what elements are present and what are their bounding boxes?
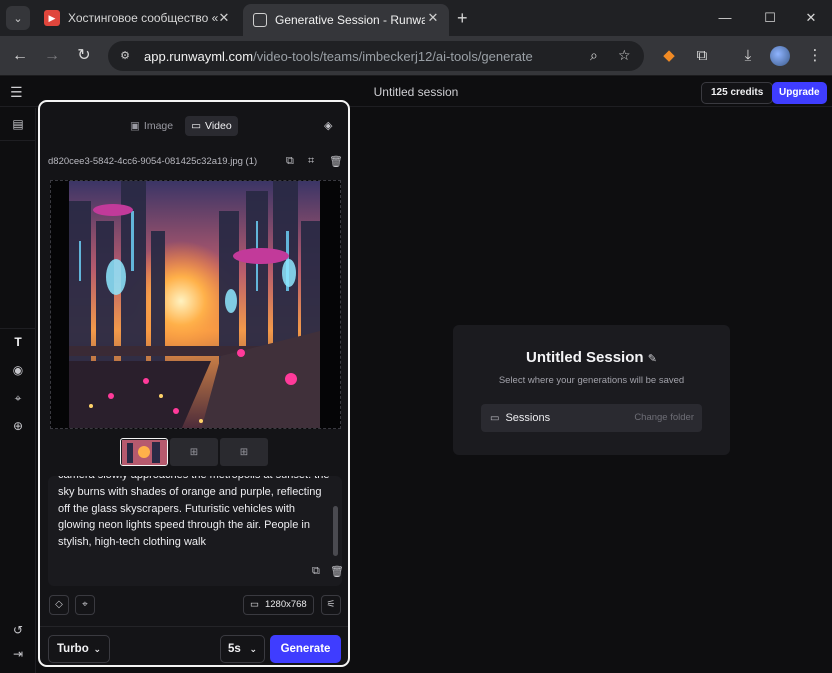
credits-badge[interactable]: 125 credits: [701, 82, 774, 104]
minimize-button[interactable]: —: [712, 6, 738, 30]
text-tool-icon[interactable]: T: [8, 332, 28, 352]
add-image-icon: ⊞: [239, 446, 249, 458]
prompt-textarea[interactable]: camera slowly approaches the metropolis …: [48, 476, 342, 586]
zoom-icon[interactable]: ⌕: [590, 47, 598, 64]
focus-icon: ⌖: [82, 599, 88, 610]
clear-trash-icon[interactable]: 🗑: [330, 565, 342, 578]
close-icon[interactable]: ✕: [425, 10, 441, 26]
thumbnail-empty-slot[interactable]: ⊞: [170, 438, 218, 466]
bookmark-star-icon[interactable]: ☆: [618, 47, 631, 64]
download-icon[interactable]: ⤓: [736, 44, 760, 68]
change-folder-button[interactable]: Change folder: [634, 412, 694, 423]
tab-video[interactable]: ▭ Video: [185, 116, 238, 136]
motion-brush-button[interactable]: ⌖: [75, 595, 95, 615]
generation-panel: ▣ Image ▭ Video ◈ d820cee3-5842-4cc6-9054-…: [38, 100, 350, 667]
window-close-button[interactable]: ✕: [798, 6, 824, 30]
maximize-button[interactable]: ☐: [757, 6, 783, 30]
metamask-extension-icon[interactable]: ◆: [657, 44, 681, 68]
arrow-right-icon: →: [44, 47, 60, 64]
browser-tab-hosting[interactable]: ▶ Хостинговое сообщество «Tim ✕: [34, 4, 240, 32]
favicon-icon: ▶: [44, 10, 60, 26]
video-camera-icon: ▭: [191, 120, 202, 132]
trash-icon[interactable]: 🗑: [329, 155, 343, 168]
prompt-scrollbar[interactable]: [333, 506, 338, 556]
arrow-left-icon: ←: [12, 47, 28, 64]
resolution-label: 1280x768: [264, 599, 307, 610]
learn-cap-icon[interactable]: ◈: [324, 119, 332, 132]
reload-icon: ↻: [77, 47, 91, 64]
extensions-icon[interactable]: ⧉: [690, 44, 714, 68]
mode-tabs: ▣ Image ▭ Video: [124, 116, 238, 138]
aspect-ratio-icon: ▭: [250, 599, 259, 610]
duration-label: 5s: [228, 643, 241, 655]
close-icon[interactable]: ✕: [216, 10, 232, 26]
panel-divider: [40, 626, 348, 627]
tab-video-label: Video: [205, 120, 232, 132]
thumbnail-image: [121, 439, 167, 465]
browser-tab-runway[interactable]: Generative Session - Runway ✕: [243, 4, 449, 36]
tab-title: Generative Session - Runway: [275, 13, 425, 27]
crop-icon[interactable]: ⌗: [308, 155, 314, 168]
card-subtitle: Select where your generations will be sa…: [498, 375, 685, 386]
folder-row[interactable]: ▭ Sessions Change folder: [481, 404, 702, 432]
reload-button[interactable]: ↻: [72, 44, 96, 68]
site-info-icon[interactable]: ⚙: [116, 47, 134, 65]
chevron-down-icon: ⌄: [249, 643, 257, 654]
camera-tool-icon[interactable]: ◉: [8, 360, 28, 380]
thumbnail-selected[interactable]: [120, 438, 168, 466]
generate-button[interactable]: Generate: [270, 635, 341, 663]
tab-image[interactable]: ▣ Image: [124, 116, 179, 136]
session-card: Untitled Session ✎ Select where your gen…: [453, 325, 730, 455]
upgrade-button[interactable]: Upgrade: [772, 82, 827, 104]
chevron-down-icon: ⌄: [93, 643, 101, 654]
image-thumbnails: ⊞ ⊞: [120, 438, 268, 466]
rail-divider: [0, 328, 36, 329]
image-icon: ▣: [130, 120, 140, 132]
futuristic-city-image: [69, 181, 320, 428]
history-icon[interactable]: ↺: [8, 620, 28, 640]
folder-name: Sessions: [505, 412, 551, 424]
url-host: app.runwayml.com: [144, 48, 254, 64]
thumbnail-empty-slot[interactable]: ⊞: [220, 438, 268, 466]
rail-divider: [0, 140, 36, 141]
card-title-text: Untitled Session: [526, 349, 644, 366]
motion-brush-icon[interactable]: ⌖: [8, 388, 28, 408]
sliders-icon: ⚟: [326, 599, 336, 610]
input-filename: d820cee3-5842-4cc6-9054-081425c32a19.jpg…: [48, 156, 258, 167]
tab-title: Хостинговое сообщество «Tim: [68, 11, 218, 25]
model-select[interactable]: Turbo ⌄: [48, 635, 110, 663]
prompt-text: camera slowly approaches the metropolis …: [58, 476, 329, 549]
presets-layers-button[interactable]: ◇: [49, 595, 69, 615]
tab-image-label: Image: [143, 120, 174, 132]
settings-sliders-button[interactable]: ⚟: [321, 595, 341, 615]
card-title: Untitled Session ✎: [453, 349, 730, 366]
input-image-preview[interactable]: [50, 180, 341, 429]
forward-button[interactable]: →: [40, 44, 64, 68]
model-label: Turbo: [57, 643, 89, 655]
add-image-icon: ⊞: [189, 446, 199, 458]
tab-search-button[interactable]: ⌄: [6, 6, 30, 30]
runway-favicon-icon: [253, 13, 267, 27]
browser-tab-bar: ⌄ ▶ Хостинговое сообщество «Tim ✕ Genera…: [0, 0, 832, 36]
folder-icon: ▭: [490, 412, 500, 424]
runway-app: ☰ Untitled session 125 credits Upgrade ▤…: [0, 77, 832, 673]
layers-icon: ◇: [55, 599, 63, 610]
collapse-panel-icon[interactable]: ⇥: [8, 644, 28, 664]
browser-toolbar: ← → ↻ ⚙ app.runwayml.com/video-tools/tea…: [0, 36, 832, 76]
duplicate-icon[interactable]: ⧉: [286, 155, 294, 168]
globe-tool-icon[interactable]: ⊕: [8, 416, 28, 436]
duration-select[interactable]: 5s ⌄: [220, 635, 265, 663]
pencil-edit-icon[interactable]: ✎: [648, 353, 657, 365]
back-button[interactable]: ←: [8, 44, 32, 68]
url-path: /video-tools/teams/imbeckerj12/ai-tools/…: [253, 48, 533, 64]
browser-menu-icon[interactable]: ⋮: [803, 44, 827, 68]
layout-panel-icon[interactable]: ▤: [8, 114, 28, 134]
copy-icon[interactable]: ⧉: [312, 565, 320, 578]
resolution-button[interactable]: ▭ 1280x768: [243, 595, 314, 615]
address-bar[interactable]: ⚙ app.runwayml.com/video-tools/teams/imb…: [108, 41, 644, 71]
profile-avatar[interactable]: [770, 46, 790, 66]
left-tool-rail: ▤ T ◉ ⌖ ⊕ ↺ ⇥: [0, 108, 36, 673]
chevron-down-icon: ⌄: [13, 12, 23, 25]
new-tab-button[interactable]: +: [457, 8, 468, 29]
